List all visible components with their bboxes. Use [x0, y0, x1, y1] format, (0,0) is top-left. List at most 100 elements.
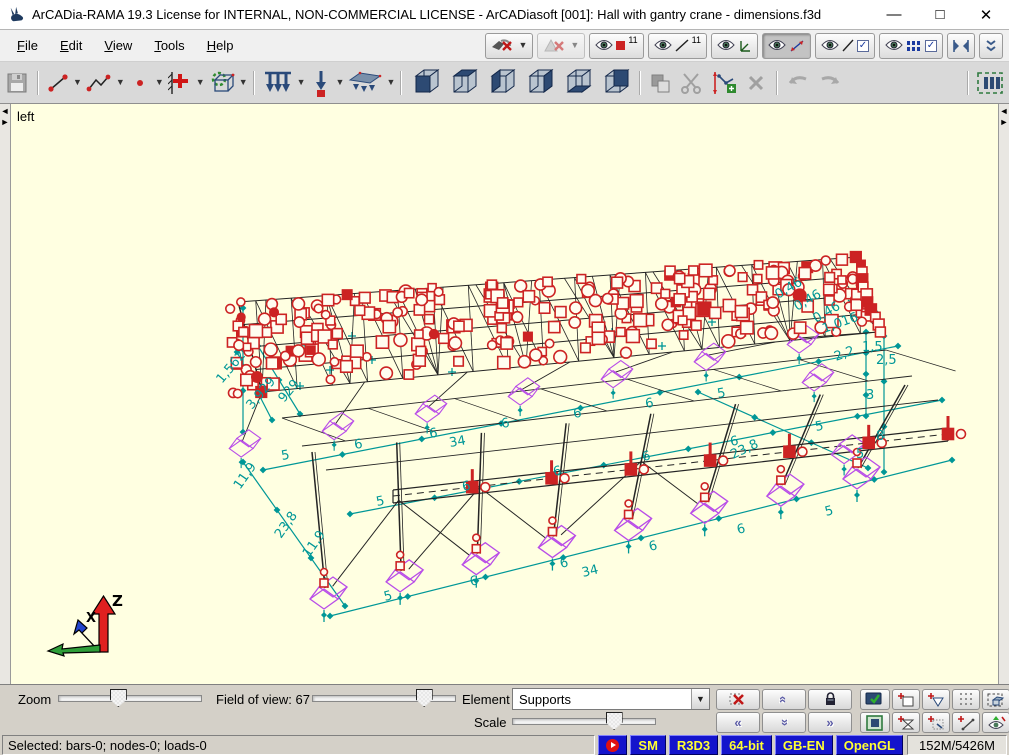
- zoom-slider-thumb[interactable]: [110, 689, 127, 707]
- grid-checkbox[interactable]: ✓: [925, 40, 937, 52]
- close-button[interactable]: ✕: [963, 0, 1009, 29]
- deselect-button[interactable]: [716, 689, 760, 710]
- badge-r3d3[interactable]: R3D3: [669, 735, 718, 755]
- cut-button[interactable]: [675, 67, 707, 99]
- chevron-down-icon[interactable]: ▼: [336, 78, 345, 87]
- mirror-view-button[interactable]: [947, 33, 975, 59]
- redo-button[interactable]: [814, 67, 846, 99]
- plus-line-icon: [957, 715, 975, 731]
- video-help-button[interactable]: [598, 735, 627, 755]
- add-hourglass-selection-button[interactable]: [892, 712, 920, 733]
- surface-load-button[interactable]: [344, 67, 386, 99]
- select-down-button[interactable]: «: [762, 712, 806, 733]
- fov-slider-thumb[interactable]: [416, 689, 433, 707]
- eye-icon: [717, 39, 735, 52]
- badge-64bit[interactable]: 64-bit: [721, 735, 772, 755]
- copy-icon: [649, 72, 671, 94]
- chevron-down-icon[interactable]: ▼: [73, 78, 82, 87]
- select-left-button[interactable]: «: [716, 712, 760, 733]
- collapse-left-icon[interactable]: ◄: [1000, 106, 1009, 117]
- chevron-down-icon[interactable]: ▼: [297, 78, 306, 87]
- svg-text:6: 6: [558, 555, 570, 572]
- maximize-button[interactable]: □: [917, 0, 963, 29]
- fit-view-button[interactable]: [860, 712, 890, 733]
- copy-button[interactable]: [645, 67, 675, 99]
- model-viewport[interactable]: ◄ ► ◄ ► left 1,5623,92992911,923,811,956…: [0, 104, 1009, 684]
- view-bottom-button[interactable]: [596, 67, 634, 99]
- scale-slider-track[interactable]: [512, 718, 656, 725]
- panels-button[interactable]: [973, 67, 1007, 99]
- scale-slider[interactable]: [512, 712, 656, 730]
- show-axes-button[interactable]: [711, 33, 758, 59]
- view-left-button[interactable]: [482, 67, 520, 99]
- distributed-load-button[interactable]: [259, 67, 297, 99]
- double-chevron-down-icon: «: [776, 719, 791, 726]
- badge-opengl[interactable]: OpenGL: [836, 735, 903, 755]
- chevron-down-icon[interactable]: ▼: [386, 78, 395, 87]
- deselect-icon: [729, 692, 747, 707]
- chevron-down-icon[interactable]: ▼: [239, 78, 248, 87]
- insert-node-button[interactable]: [707, 67, 741, 99]
- select-right-button[interactable]: »: [808, 712, 852, 733]
- grid-selection-button[interactable]: [952, 689, 980, 710]
- add-support-button[interactable]: [164, 67, 196, 99]
- collapse-right-icon[interactable]: ►: [1, 117, 10, 128]
- lock-selection-button[interactable]: [808, 689, 852, 710]
- loads-checkbox[interactable]: ✓: [857, 40, 869, 52]
- left-splitter[interactable]: ◄ ►: [0, 104, 11, 684]
- model-canvas[interactable]: 1,5623,92992911,923,811,9566346665566665…: [0, 104, 1009, 684]
- chevron-down-icon[interactable]: ▼: [155, 78, 164, 87]
- menu-view[interactable]: View: [93, 32, 143, 59]
- add-triangle-selection-button[interactable]: [922, 689, 950, 710]
- badge-sm[interactable]: SM: [630, 735, 666, 755]
- view-front-button[interactable]: [406, 67, 444, 99]
- fov-slider[interactable]: [312, 689, 456, 707]
- shading-mode-button[interactable]: ▼: [537, 33, 585, 59]
- fov-slider-track[interactable]: [312, 695, 456, 702]
- right-splitter[interactable]: ◄ ►: [998, 104, 1009, 684]
- svg-text:2,5: 2,5: [876, 353, 897, 368]
- collapse-right-icon[interactable]: ►: [1000, 117, 1009, 128]
- scale-slider-thumb[interactable]: [606, 712, 623, 730]
- delete-button[interactable]: [741, 67, 771, 99]
- more-options-button[interactable]: [979, 33, 1003, 59]
- point-load-button[interactable]: [306, 67, 336, 99]
- chevron-down-icon[interactable]: ▼: [518, 41, 527, 50]
- add-polyline-button[interactable]: [82, 67, 116, 99]
- menu-edit[interactable]: Edit: [49, 32, 93, 59]
- menu-help[interactable]: Help: [196, 32, 245, 59]
- show-grid-button[interactable]: ✓: [879, 33, 943, 59]
- add-bar-selection-button[interactable]: [952, 712, 980, 733]
- show-loads-button[interactable]: ✓: [815, 33, 875, 59]
- structure-generator-button[interactable]: [205, 67, 239, 99]
- render-mode-button[interactable]: ▼: [485, 33, 533, 59]
- add-node-button[interactable]: [125, 67, 155, 99]
- element-combobox[interactable]: Supports ▼: [512, 688, 710, 710]
- show-dimensions-button[interactable]: [762, 33, 811, 59]
- menu-file[interactable]: File: [6, 32, 49, 59]
- menu-tools[interactable]: Tools: [143, 32, 195, 59]
- minimize-button[interactable]: —: [871, 0, 917, 29]
- add-region-selection-button[interactable]: [922, 712, 950, 733]
- show-bars-button[interactable]: 11: [648, 33, 707, 59]
- combo-dropdown-button[interactable]: ▼: [691, 689, 709, 709]
- select-up-button[interactable]: «: [762, 689, 806, 710]
- view-selection-button[interactable]: [982, 712, 1009, 733]
- show-nodes-button[interactable]: 11: [589, 33, 643, 59]
- view-right-button[interactable]: [520, 67, 558, 99]
- collapse-left-icon[interactable]: ◄: [1, 106, 10, 117]
- fov-label: Field of view: 67: [216, 692, 310, 707]
- undo-button[interactable]: [782, 67, 814, 99]
- zoom-slider[interactable]: [58, 689, 202, 707]
- add-area-selection-button[interactable]: [892, 689, 920, 710]
- zoom-window-button[interactable]: [982, 689, 1009, 710]
- save-button[interactable]: [2, 67, 32, 99]
- apply-view-button[interactable]: [860, 689, 890, 710]
- chevron-down-icon[interactable]: ▼: [196, 78, 205, 87]
- zoom-slider-track[interactable]: [58, 695, 202, 702]
- chevron-down-icon[interactable]: ▼: [116, 78, 125, 87]
- view-back-button[interactable]: [444, 67, 482, 99]
- view-top-button[interactable]: [558, 67, 596, 99]
- badge-language[interactable]: GB-EN: [775, 735, 833, 755]
- add-bar-button[interactable]: [43, 67, 73, 99]
